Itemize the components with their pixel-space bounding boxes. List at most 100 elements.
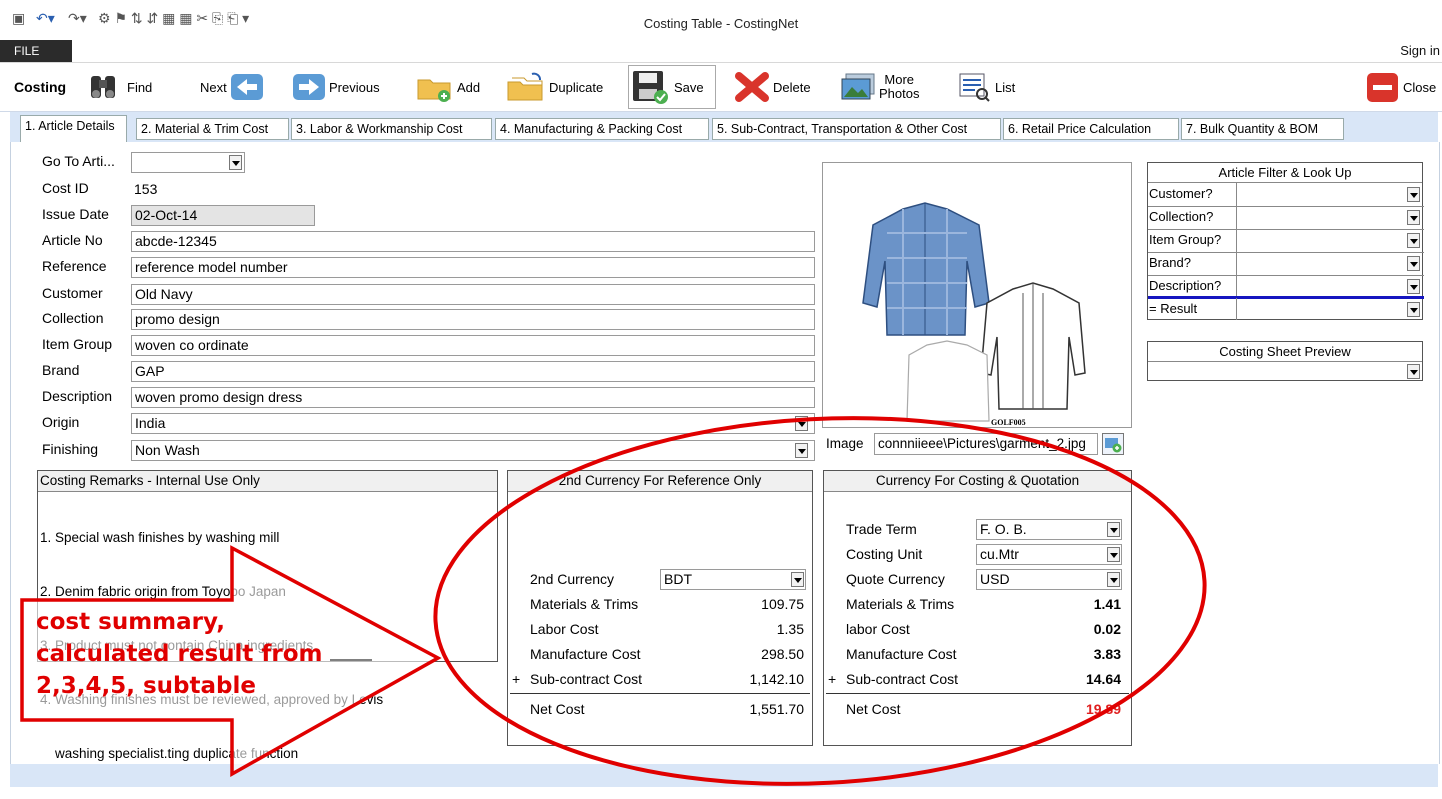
garment-sketch-image: GOLF005 (862, 202, 1086, 427)
filter-customer-row[interactable]: Customer? (1148, 183, 1424, 207)
chevron-down-icon[interactable] (1107, 522, 1120, 537)
description-field[interactable]: woven promo design dress (131, 387, 815, 408)
find-button[interactable]: Find (88, 63, 152, 111)
brand-label: Brand (42, 362, 80, 378)
subcontract-value: 14.64 (1085, 671, 1121, 687)
chevron-down-icon[interactable] (1107, 547, 1120, 562)
previous-label: Previous (329, 79, 380, 95)
next-label: Next (200, 79, 227, 95)
more-photos-label-2: Photos (879, 86, 920, 101)
goto-article-dropdown[interactable] (131, 152, 245, 173)
customer-field[interactable]: Old Navy (131, 284, 815, 305)
tab-bulk-quantity-bom[interactable]: 7. Bulk Quantity & BOM (1181, 118, 1344, 140)
remark-line: washing specialist.ting duplicate functi… (40, 746, 299, 761)
filter-brand-row[interactable]: Brand? (1148, 252, 1424, 276)
filter-description-row[interactable]: Description? (1148, 275, 1424, 299)
second-subcontract-value: 1,142.10 (749, 671, 805, 687)
reference-field[interactable]: reference model number (131, 257, 815, 278)
filter-item-group-label: Item Group? (1149, 232, 1222, 247)
next-button[interactable]: Next (200, 63, 267, 111)
add-folder-icon (417, 79, 451, 102)
origin-label: Origin (42, 414, 80, 430)
chevron-down-icon[interactable] (1407, 256, 1420, 271)
list-label: List (995, 79, 1016, 95)
find-label: Find (127, 79, 153, 95)
costing-currency-panel: Currency For Costing & Quotation Trade T… (823, 470, 1132, 746)
image-path-field[interactable]: connniieee\Pictures\garment_2.jpg (874, 433, 1098, 455)
add-label: Add (457, 79, 481, 95)
chevron-down-icon[interactable] (795, 416, 808, 431)
delete-x-icon (735, 72, 769, 102)
filter-result-label: = Result (1149, 301, 1198, 316)
description-label: Description (42, 388, 113, 404)
filter-item-group-row[interactable]: Item Group? (1148, 229, 1424, 253)
duplicate-folder-icon (507, 72, 543, 101)
tab-retail-price-calculation[interactable]: 6. Retail Price Calculation (1003, 118, 1179, 140)
second-manufacture-value: 298.50 (761, 646, 804, 662)
binoculars-icon (91, 76, 115, 98)
brand-field[interactable]: GAP (131, 361, 815, 382)
add-button[interactable]: Add (416, 63, 480, 111)
chevron-down-icon[interactable] (1407, 210, 1420, 225)
costing-sheet-preview-title: Costing Sheet Preview (1148, 342, 1422, 362)
filter-result-row[interactable]: = Result (1148, 298, 1424, 320)
tab-strip: 1. Article Details 2. Material & Trim Co… (10, 112, 1438, 142)
chevron-down-icon[interactable] (1407, 279, 1420, 294)
origin-dropdown[interactable]: India (131, 413, 815, 434)
article-filter-title: Article Filter & Look Up (1148, 163, 1422, 183)
chevron-down-icon[interactable] (791, 572, 804, 587)
tab-article-details[interactable]: 1. Article Details (20, 115, 127, 142)
chevron-down-icon[interactable] (1407, 233, 1420, 248)
more-photos-label-1: More (884, 72, 915, 87)
goto-article-label: Go To Arti... (42, 153, 115, 169)
issue-date-field: 02-Oct-14 (131, 205, 315, 226)
labor-value: 0.02 (1093, 621, 1121, 637)
previous-button[interactable]: Previous (292, 63, 380, 111)
quote-currency-dropdown[interactable]: USD (976, 569, 1122, 590)
collection-field[interactable]: promo design (131, 309, 815, 330)
more-photos-button[interactable]: More Photos (840, 63, 919, 111)
chevron-down-icon[interactable] (1407, 187, 1420, 202)
chevron-down-icon[interactable] (1107, 572, 1120, 587)
divider (510, 693, 810, 694)
chevron-down-icon[interactable] (795, 443, 808, 458)
delete-button[interactable]: Delete (734, 63, 811, 111)
subcontract-label: Sub-contract Cost (846, 671, 959, 687)
arrow-left-icon (230, 74, 263, 100)
trade-term-dropdown[interactable]: F. O. B. (976, 519, 1122, 540)
net-cost-label: Net Cost (846, 701, 901, 717)
chevron-down-icon[interactable] (1407, 364, 1420, 379)
article-no-field[interactable]: abcde-12345 (131, 231, 815, 252)
item-group-field[interactable]: woven co ordinate (131, 335, 815, 356)
tab-subcontract-transport-cost[interactable]: 5. Sub-Contract, Transportation & Other … (712, 118, 1001, 140)
save-button[interactable]: Save (628, 65, 716, 109)
costing-unit-dropdown[interactable]: cu.Mtr (976, 544, 1122, 565)
list-button[interactable]: List (958, 63, 1015, 111)
second-net-value: 1,551.70 (749, 701, 805, 717)
close-button[interactable]: Close (1366, 63, 1436, 111)
sign-in-link[interactable]: Sign in (1400, 43, 1440, 58)
second-currency-dropdown[interactable]: BDT (660, 569, 806, 590)
tab-labor-workmanship-cost[interactable]: 3. Labor & Workmanship Cost (291, 118, 492, 140)
tab-manufacturing-packing-cost[interactable]: 4. Manufacturing & Packing Cost (495, 118, 709, 140)
file-tab[interactable]: FILE (0, 40, 72, 62)
second-plus-sign: + (512, 671, 521, 687)
materials-value: 1.41 (1093, 596, 1121, 612)
chevron-down-icon[interactable] (229, 155, 242, 170)
finishing-dropdown[interactable]: Non Wash (131, 440, 815, 461)
customer-label: Customer (42, 285, 103, 301)
close-minus-icon (1367, 73, 1398, 102)
second-materials-label: Materials & Trims (530, 596, 639, 612)
manufacture-value: 3.83 (1093, 646, 1121, 662)
duplicate-button[interactable]: Duplicate (506, 63, 603, 111)
browse-image-button[interactable] (1102, 433, 1124, 455)
filter-collection-row[interactable]: Collection? (1148, 206, 1424, 230)
second-materials-value: 109.75 (761, 596, 804, 612)
second-subcontract-label: Sub-contract Cost (530, 671, 643, 687)
tab-material-trim-cost[interactable]: 2. Material & Trim Cost (136, 118, 289, 140)
second-manufacture-label: Manufacture Cost (530, 646, 641, 662)
annotation-text: cost summary, calculated result from 2,3… (36, 606, 323, 702)
costing-sheet-preview-dropdown[interactable] (1148, 361, 1422, 380)
chevron-down-icon[interactable] (1407, 302, 1420, 317)
labor-label: labor Cost (846, 621, 910, 637)
